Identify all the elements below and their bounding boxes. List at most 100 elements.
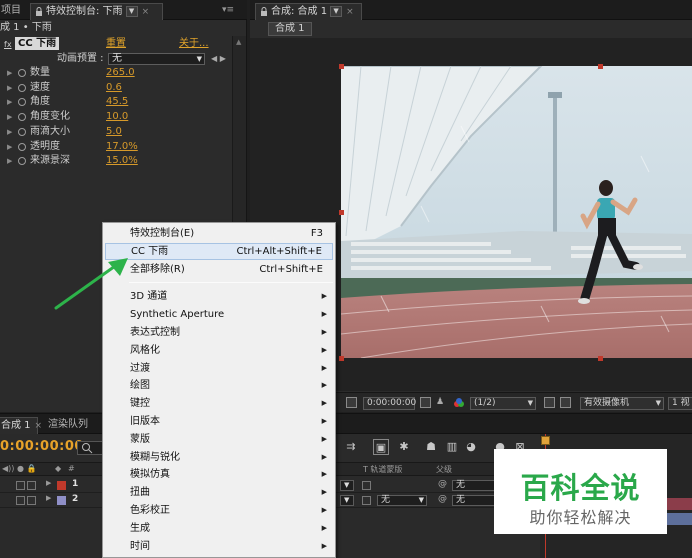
close-icon[interactable]: × [142, 7, 150, 17]
preserve-transparency-switch[interactable] [362, 481, 371, 490]
property-value[interactable]: 15.0% [106, 154, 138, 168]
effect-property-row[interactable]: ▶ 来源景深 15.0% [0, 154, 232, 168]
stopwatch-icon[interactable] [18, 83, 26, 92]
close-icon[interactable]: × [346, 7, 354, 17]
lock-icon[interactable] [35, 6, 43, 16]
label-color-swatch[interactable] [57, 496, 66, 505]
preset-nav-arrows-icon[interactable]: ◀ ▶ [211, 52, 226, 66]
twirl-arrow-icon[interactable]: ▶ [7, 95, 12, 109]
twirl-arrow-icon[interactable]: ▶ [7, 81, 12, 95]
stopwatch-icon[interactable] [18, 157, 26, 166]
layer-handle[interactable] [339, 210, 344, 215]
lock-switch[interactable] [27, 481, 36, 490]
stopwatch-icon[interactable] [18, 142, 26, 151]
timeline-timecode[interactable]: 0:00:00:00 [0, 439, 84, 454]
layer-handle[interactable] [339, 356, 344, 361]
about-link[interactable]: 关于... [179, 37, 209, 51]
snapshot-region-icon[interactable] [346, 397, 357, 408]
preset-select[interactable]: 无 ▼ [108, 53, 205, 65]
tab-render-queue[interactable]: 渲染队列 [44, 417, 92, 434]
current-time-handle[interactable] [541, 436, 550, 445]
menu-item[interactable]: 绘图 ▶ [105, 377, 333, 394]
stopwatch-icon[interactable] [18, 98, 26, 107]
draft-3d-icon[interactable]: ✱ [396, 439, 412, 455]
layer-handle[interactable] [339, 64, 344, 69]
pick-whip-icon[interactable]: @ [438, 494, 447, 504]
twirl-arrow-icon[interactable]: ▶ [7, 154, 12, 168]
twirl-arrow-icon[interactable]: ▶ [46, 494, 51, 502]
twirl-arrow-icon[interactable]: ▶ [46, 479, 51, 487]
tab-project[interactable]: 项目 [0, 3, 25, 20]
parent-select[interactable]: 无 [452, 480, 496, 491]
transparency-grid-icon[interactable] [560, 397, 571, 408]
close-icon[interactable]: × [35, 421, 43, 431]
stopwatch-icon[interactable] [18, 113, 26, 122]
effect-property-row[interactable]: ▶ 速度 0.6 [0, 81, 232, 95]
tab-composition[interactable]: 合成: 合成 1 ▼ × [255, 3, 362, 20]
effect-property-row[interactable]: ▶ 数量 265.0 [0, 66, 232, 80]
layer-handle[interactable] [598, 356, 603, 361]
stopwatch-icon[interactable] [18, 69, 26, 77]
effect-property-row[interactable]: ▶ 角度 45.5 [0, 95, 232, 109]
menu-item[interactable]: 过渡 ▶ [105, 360, 333, 377]
menu-item[interactable]: 3D 通道 ▶ [105, 288, 333, 305]
menu-item[interactable]: 全部移除(R) Ctrl+Shift+E [105, 261, 333, 278]
tab-timeline-comp[interactable]: 合成 1 × [0, 417, 42, 434]
frame-blending-icon[interactable]: ▥ [444, 439, 460, 455]
viewer-timecode[interactable]: 0:00:00:00 [363, 397, 416, 410]
twirl-arrow-icon[interactable]: ▶ [7, 140, 12, 154]
property-value[interactable]: 0.6 [106, 81, 122, 95]
property-value[interactable]: 45.5 [106, 95, 128, 109]
twirl-arrow-icon[interactable]: ▶ [7, 125, 12, 139]
effect-property-row[interactable]: ▶ 透明度 17.0% [0, 140, 232, 154]
effect-property-row[interactable]: ▶ 雨滴大小 5.0 [0, 125, 232, 139]
panel-menu-icon[interactable]: ▾≡ [222, 5, 234, 15]
property-value[interactable]: 265.0 [106, 66, 135, 80]
twirl-arrow-icon[interactable]: ▶ [7, 110, 12, 124]
layer-handle[interactable] [598, 64, 603, 69]
property-value[interactable]: 17.0% [106, 140, 138, 154]
tab-dropdown-icon[interactable]: ▼ [330, 5, 343, 17]
region-of-interest-icon[interactable] [544, 397, 555, 408]
menu-item[interactable]: 时间 ▶ [105, 538, 333, 555]
scroll-up-icon[interactable]: ▲ [236, 38, 241, 46]
menu-item[interactable]: Synthetic Aperture ▶ [105, 306, 333, 323]
menu-item[interactable]: 生成 ▶ [105, 520, 333, 537]
view-layout-select[interactable]: 1 视 [668, 397, 692, 410]
resolution-select[interactable]: (1/2) ▼ [470, 397, 536, 410]
motion-blur-icon[interactable]: ◕ [463, 439, 479, 455]
effect-name[interactable]: CC 下雨 [15, 37, 60, 50]
person-icon[interactable]: ♟ [436, 397, 447, 408]
camera-icon[interactable] [420, 397, 431, 408]
solo-switch[interactable] [16, 496, 25, 505]
color-channels-icon[interactable] [453, 397, 464, 408]
lock-switch[interactable] [27, 496, 36, 505]
tab-dropdown-icon[interactable]: ▼ [125, 5, 138, 17]
pick-whip-icon[interactable]: @ [438, 479, 447, 489]
menu-item[interactable]: 特效控制台(E) F3 [105, 225, 333, 242]
menu-item[interactable]: 蒙版 ▶ [105, 431, 333, 448]
lock-icon[interactable] [260, 6, 268, 16]
track-matte-select[interactable]: 无 ▼ [377, 495, 427, 506]
shy-layers-icon[interactable]: ☗ [423, 439, 439, 455]
fx-toggle-icon[interactable]: fx [4, 38, 12, 52]
camera-select[interactable]: 有效摄像机 ▼ [580, 397, 664, 410]
solo-switch[interactable] [16, 481, 25, 490]
preserve-transparency-switch[interactable] [362, 496, 371, 505]
twirl-arrow-icon[interactable]: ▶ [7, 66, 12, 80]
search-input[interactable] [77, 441, 105, 455]
stopwatch-icon[interactable] [18, 127, 26, 136]
menu-item[interactable]: 扭曲 ▶ [105, 484, 333, 501]
menu-item[interactable]: 模糊与锐化 ▶ [105, 449, 333, 466]
menu-item[interactable]: 风格化 ▶ [105, 342, 333, 359]
mode-select[interactable]: ▼ [340, 495, 354, 506]
property-value[interactable]: 5.0 [106, 125, 122, 139]
property-value[interactable]: 10.0 [106, 110, 128, 124]
menu-item[interactable]: 旧版本 ▶ [105, 413, 333, 430]
comp-subtab[interactable]: 合成 1 [268, 22, 312, 36]
menu-item[interactable]: 键控 ▶ [105, 395, 333, 412]
menu-item[interactable]: 色彩校正 ▶ [105, 502, 333, 519]
menu-item[interactable]: CC 下雨 Ctrl+Alt+Shift+E [105, 242, 333, 260]
mode-select[interactable]: ▼ [340, 480, 354, 491]
reset-link[interactable]: 重置 [106, 37, 126, 51]
